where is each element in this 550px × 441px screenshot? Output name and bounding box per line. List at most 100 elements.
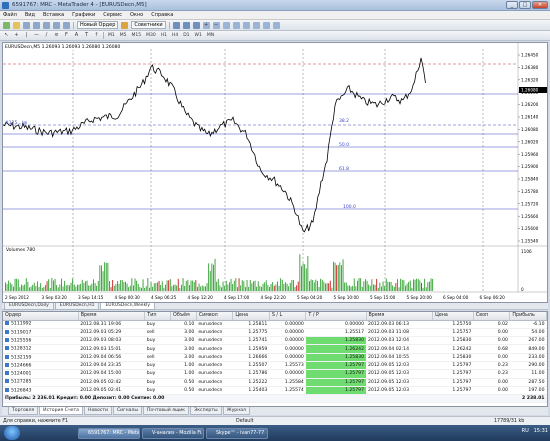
- fibonacci-icon[interactable]: F: [63, 32, 70, 39]
- terminal-tab[interactable]: Почтовый ящик: [142, 407, 190, 415]
- menu-view[interactable]: Вид: [25, 12, 35, 18]
- templates-icon[interactable]: [272, 21, 280, 29]
- bar-chart-icon[interactable]: [172, 21, 180, 29]
- table-cell: 5126843: [3, 386, 79, 396]
- volume-bar: [251, 283, 253, 291]
- column-header[interactable]: Тип: [144, 312, 172, 321]
- minimize-button[interactable]: _: [506, 1, 518, 9]
- table-row[interactable]: 5132159 2012.09.04 06:56 sell 3.00 eurusdecn…: [3, 353, 547, 363]
- profiles-icon[interactable]: [13, 21, 20, 29]
- taskbar-metatrader[interactable]: 6591767: MRC - Meta...: [78, 428, 140, 439]
- volume-bar: [297, 281, 299, 291]
- column-header[interactable]: Время: [366, 312, 434, 321]
- arrows-icon[interactable]: ↑: [93, 32, 100, 39]
- table-row[interactable]: 5119017 2012.09.03 05:29 sell 3.00 eurusdecn…: [3, 328, 547, 338]
- channel-icon[interactable]: ≡: [53, 32, 60, 39]
- navigator-icon[interactable]: [43, 21, 50, 29]
- periods-icon[interactable]: [262, 21, 270, 29]
- column-header[interactable]: Время: [78, 312, 146, 321]
- terminal-tab[interactable]: Эксперты: [190, 407, 222, 415]
- timeframe-d1[interactable]: D1: [182, 33, 190, 38]
- text-icon[interactable]: A: [73, 32, 80, 39]
- chart-tab-eurusd-daily[interactable]: EURUSDecn,Daily: [4, 303, 54, 310]
- crosshair-icon[interactable]: +: [13, 32, 20, 39]
- chart-tab-eurusd-weekly[interactable]: EURUSDecn,Weekly: [100, 303, 156, 310]
- terminal-icon[interactable]: [53, 21, 60, 29]
- new-order-button[interactable]: Новый Ордер: [77, 21, 119, 29]
- table-row[interactable]: 5128312 2012.09.03 15:01 buy 3.00 eurusdecn 1…: [3, 344, 547, 354]
- timeframe-h1[interactable]: H1: [160, 33, 168, 38]
- menu-window[interactable]: Окно: [130, 12, 143, 18]
- line-chart-icon[interactable]: [192, 21, 200, 29]
- table-cell: 1.25517: [305, 328, 366, 338]
- timeframe-w1[interactable]: W1: [194, 33, 203, 38]
- vertical-line-icon[interactable]: |: [23, 32, 30, 39]
- tile-windows-icon[interactable]: [222, 21, 230, 29]
- timeframe-m30[interactable]: M30: [145, 33, 157, 38]
- table-row[interactable]: 5124001 2012.09.04 15:00 buy 1.00 eurusdecn 1…: [3, 369, 547, 379]
- timeframe-m1[interactable]: M1: [107, 33, 116, 38]
- volume-bar: [222, 281, 224, 291]
- table-row[interactable]: 5127285 2012.09.05 02:42 buy 0.50 eurusdecn 1…: [3, 378, 547, 387]
- volume-bar: [201, 285, 203, 291]
- volume-bar: [369, 285, 371, 291]
- table-row[interactable]: 5111992 2012.08.31 19:06 buy 0.10 eurusdecn 1…: [3, 320, 547, 329]
- taskbar-skype[interactable]: Skype™ - ivan77-77: [206, 428, 268, 439]
- timeframe-m15[interactable]: M15: [131, 33, 143, 38]
- horizontal-line-icon[interactable]: —: [33, 32, 40, 39]
- language-indicator[interactable]: RU: [522, 428, 529, 434]
- table-row[interactable]: 5126843 2012.09.05 02:41 buy 0.50 eurusdecn 1…: [3, 386, 547, 396]
- chart-window[interactable]: 38.2 50.0 61.8 100.0 1.26450 1.26380 1.26320 1…: [2, 42, 548, 303]
- terminal-tab[interactable]: Новости: [83, 407, 112, 415]
- column-header[interactable]: Прибыль: [509, 312, 547, 321]
- candlestick-icon[interactable]: [182, 21, 190, 29]
- column-header[interactable]: Объём: [170, 312, 197, 321]
- table-row[interactable]: 5125556 2012.09.03 08:03 buy 3.00 eurusdecn 1…: [3, 336, 547, 346]
- volume-bar: [285, 282, 286, 291]
- start-button[interactable]: [4, 426, 20, 440]
- cursor-icon[interactable]: ↖: [3, 32, 10, 39]
- data-window-icon[interactable]: [33, 21, 40, 29]
- trendline-icon[interactable]: /: [43, 32, 50, 39]
- volume-bar: [67, 284, 69, 291]
- column-header[interactable]: Ордер: [3, 312, 79, 321]
- label-icon[interactable]: T: [83, 32, 90, 39]
- column-header[interactable]: Своп: [473, 312, 511, 321]
- indicators-icon[interactable]: [252, 21, 260, 29]
- close-button[interactable]: ✕: [532, 1, 548, 9]
- terminal-tab[interactable]: Сигналы: [112, 407, 142, 415]
- menu-file[interactable]: Файл: [3, 12, 17, 18]
- price-chart[interactable]: 38.2 50.0 61.8 100.0 1.26450 1.26380 1.26320 1…: [3, 43, 547, 302]
- chart-shift-icon[interactable]: [242, 21, 250, 29]
- menu-tools[interactable]: Сервис: [103, 12, 122, 18]
- new-chart-icon[interactable]: [3, 21, 10, 29]
- terminal-tab[interactable]: Торговля: [8, 407, 39, 415]
- maximize-button[interactable]: □: [519, 1, 531, 9]
- strategy-tester-icon[interactable]: [63, 21, 70, 29]
- column-header[interactable]: S / L: [269, 312, 307, 321]
- table-row[interactable]: 5124666 2012.09.04 23:35 buy 1.00 eurusdecn 1…: [3, 361, 547, 371]
- terminal-tab[interactable]: Журнал: [222, 407, 250, 415]
- expert-advisors-button[interactable]: Советники: [131, 21, 166, 29]
- chart-tab-eurusd-h1[interactable]: EURUSDecn,H1: [54, 303, 100, 310]
- menu-help[interactable]: Справка: [151, 12, 173, 18]
- terminal-tab[interactable]: История Счета: [39, 407, 83, 415]
- market-watch-icon[interactable]: [23, 21, 30, 29]
- column-header[interactable]: Символ: [196, 312, 234, 321]
- menu-charts[interactable]: Графики: [72, 12, 95, 18]
- volume-bar: [11, 284, 13, 291]
- volume-bar: [392, 285, 394, 291]
- timeframe-m5[interactable]: M5: [119, 33, 128, 38]
- volume-bar: [97, 281, 99, 291]
- metaeditor-icon[interactable]: [121, 21, 129, 29]
- zoom-in-icon[interactable]: +: [202, 21, 210, 29]
- zoom-out-icon[interactable]: −: [212, 21, 220, 29]
- autoscroll-icon[interactable]: [232, 21, 240, 29]
- column-header[interactable]: T / P: [305, 312, 367, 321]
- column-header[interactable]: Цена: [432, 312, 474, 321]
- column-header[interactable]: Цена: [232, 312, 270, 321]
- taskbar-firefox[interactable]: V-анализ - Mozilla Fi...: [142, 428, 204, 439]
- menu-insert[interactable]: Вставка: [43, 12, 64, 18]
- timeframe-h4[interactable]: H4: [171, 33, 179, 38]
- timeframe-mn[interactable]: MN: [206, 33, 215, 38]
